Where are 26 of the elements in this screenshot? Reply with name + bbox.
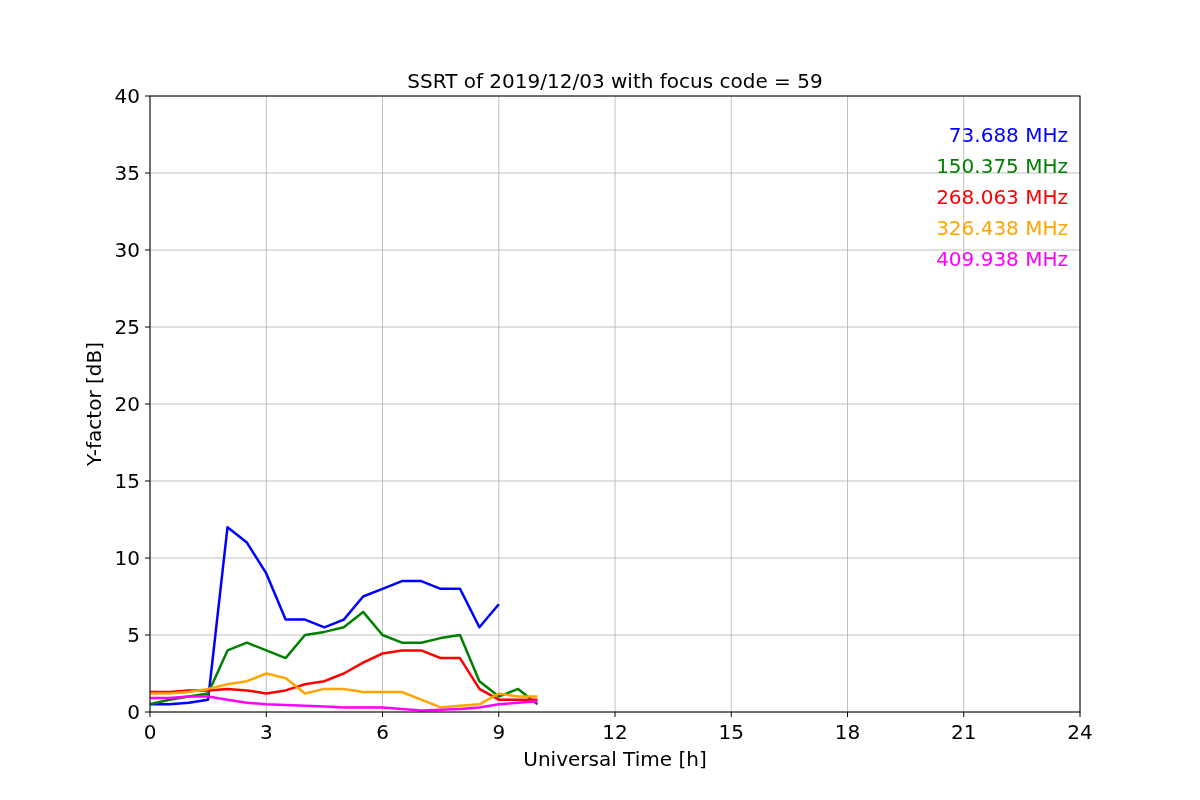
y-tick-label: 20 <box>114 392 140 416</box>
legend-label: 268.063 MHz <box>936 185 1068 209</box>
y-tick-label: 35 <box>114 161 140 185</box>
y-tick-label: 30 <box>114 238 140 262</box>
y-tick-label: 15 <box>114 469 140 493</box>
y-tick-label: 40 <box>114 84 140 108</box>
x-tick-label: 12 <box>602 720 628 744</box>
legend-label: 150.375 MHz <box>936 154 1068 178</box>
y-tick-label: 0 <box>127 700 140 724</box>
y-tick-label: 5 <box>127 623 140 647</box>
x-tick-label: 3 <box>259 720 273 744</box>
x-tick-label: 0 <box>143 720 157 744</box>
x-tick-label: 9 <box>492 720 506 744</box>
legend-label: 409.938 MHz <box>936 247 1068 271</box>
y-tick-label: 25 <box>114 315 140 339</box>
y-tick-label: 10 <box>114 546 140 570</box>
x-axis-label: Universal Time [h] <box>523 747 707 771</box>
x-tick-label: 24 <box>1067 720 1093 744</box>
x-tick-label: 21 <box>951 720 977 744</box>
x-tick-label: 15 <box>718 720 744 744</box>
x-tick-label: 6 <box>376 720 389 744</box>
x-tick-label: 18 <box>834 720 861 744</box>
chart-title: SSRT of 2019/12/03 with focus code = 59 <box>407 69 823 93</box>
legend-label: 73.688 MHz <box>948 123 1068 147</box>
y-axis-label: Y-factor [dB] <box>82 342 106 466</box>
legend-label: 326.438 MHz <box>936 216 1068 240</box>
